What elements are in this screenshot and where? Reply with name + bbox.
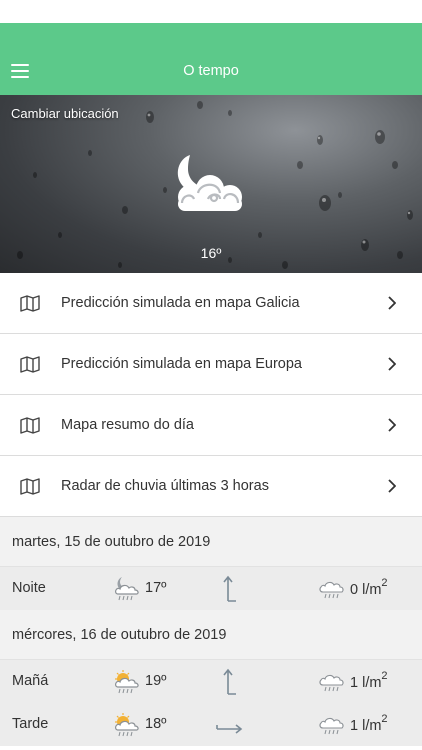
forecast-day-header: mércores, 16 de outubro de 2019 <box>0 610 422 660</box>
page-title: O tempo <box>183 63 239 79</box>
menu-item-label: Radar de chuvia últimas 3 horas <box>61 478 269 494</box>
map-icon <box>20 417 40 434</box>
wind-arrow-up-icon <box>223 575 236 602</box>
forecast-rain-amount: 1 l/m2 <box>350 670 388 691</box>
menu-item-map-summary[interactable]: Mapa resumo do día <box>0 395 422 456</box>
rain-cloud-icon <box>319 581 344 599</box>
forecast-temperature: 17º <box>145 580 167 596</box>
forecast-period: Tarde <box>12 716 49 732</box>
menu-item-label: Predicción simulada en mapa Galicia <box>61 295 300 311</box>
forecast-temperature: 18º <box>145 716 167 732</box>
wind-arrow-up-icon <box>223 668 236 695</box>
night-rain-icon <box>115 577 139 601</box>
map-icon <box>20 478 40 495</box>
map-icon <box>20 356 40 373</box>
forecast-period: Mañá <box>12 673 49 689</box>
menu-item-label: Mapa resumo do día <box>61 417 194 433</box>
weather-hero: Cambiar ubicación 16º <box>0 95 422 273</box>
wind-arrow-right-icon <box>216 724 243 734</box>
sun-cloud-rain-icon <box>115 670 139 694</box>
sun-cloud-rain-icon <box>115 713 139 737</box>
status-bar <box>0 0 422 23</box>
forecast-day-header: martes, 15 de outubro de 2019 <box>0 517 422 567</box>
menu-item-label: Predicción simulada en mapa Europa <box>61 356 302 372</box>
night-cloudy-icon <box>177 155 242 211</box>
app-bar: O tempo <box>0 23 422 95</box>
change-location-link[interactable]: Cambiar ubicación <box>11 106 119 121</box>
map-menu-list: Predicción simulada en mapa Galicia Pred… <box>0 273 422 517</box>
forecast-row: Noite 17º 0 l/m2 <box>0 567 422 610</box>
forecast-rain-amount: 1 l/m2 <box>350 713 388 734</box>
chevron-right-icon <box>388 296 396 310</box>
current-temperature: 16º <box>200 245 222 261</box>
menu-item-map-galicia[interactable]: Predicción simulada en mapa Galicia <box>0 273 422 334</box>
rain-cloud-icon <box>319 674 344 692</box>
forecast-temperature: 19º <box>145 673 167 689</box>
chevron-right-icon <box>388 479 396 493</box>
forecast-rain-amount: 0 l/m2 <box>350 577 388 598</box>
rain-cloud-icon <box>319 717 344 735</box>
menu-item-rain-radar[interactable]: Radar de chuvia últimas 3 horas <box>0 456 422 517</box>
map-icon <box>20 295 40 312</box>
forecast-period: Noite <box>12 580 46 596</box>
forecast-row: Mañá 19º 1 l/m2 <box>0 660 422 703</box>
menu-item-map-europa[interactable]: Predicción simulada en mapa Europa <box>0 334 422 395</box>
chevron-right-icon <box>388 418 396 432</box>
chevron-right-icon <box>388 357 396 371</box>
forecast-row: Tarde 18º 1 l/m2 <box>0 703 422 746</box>
